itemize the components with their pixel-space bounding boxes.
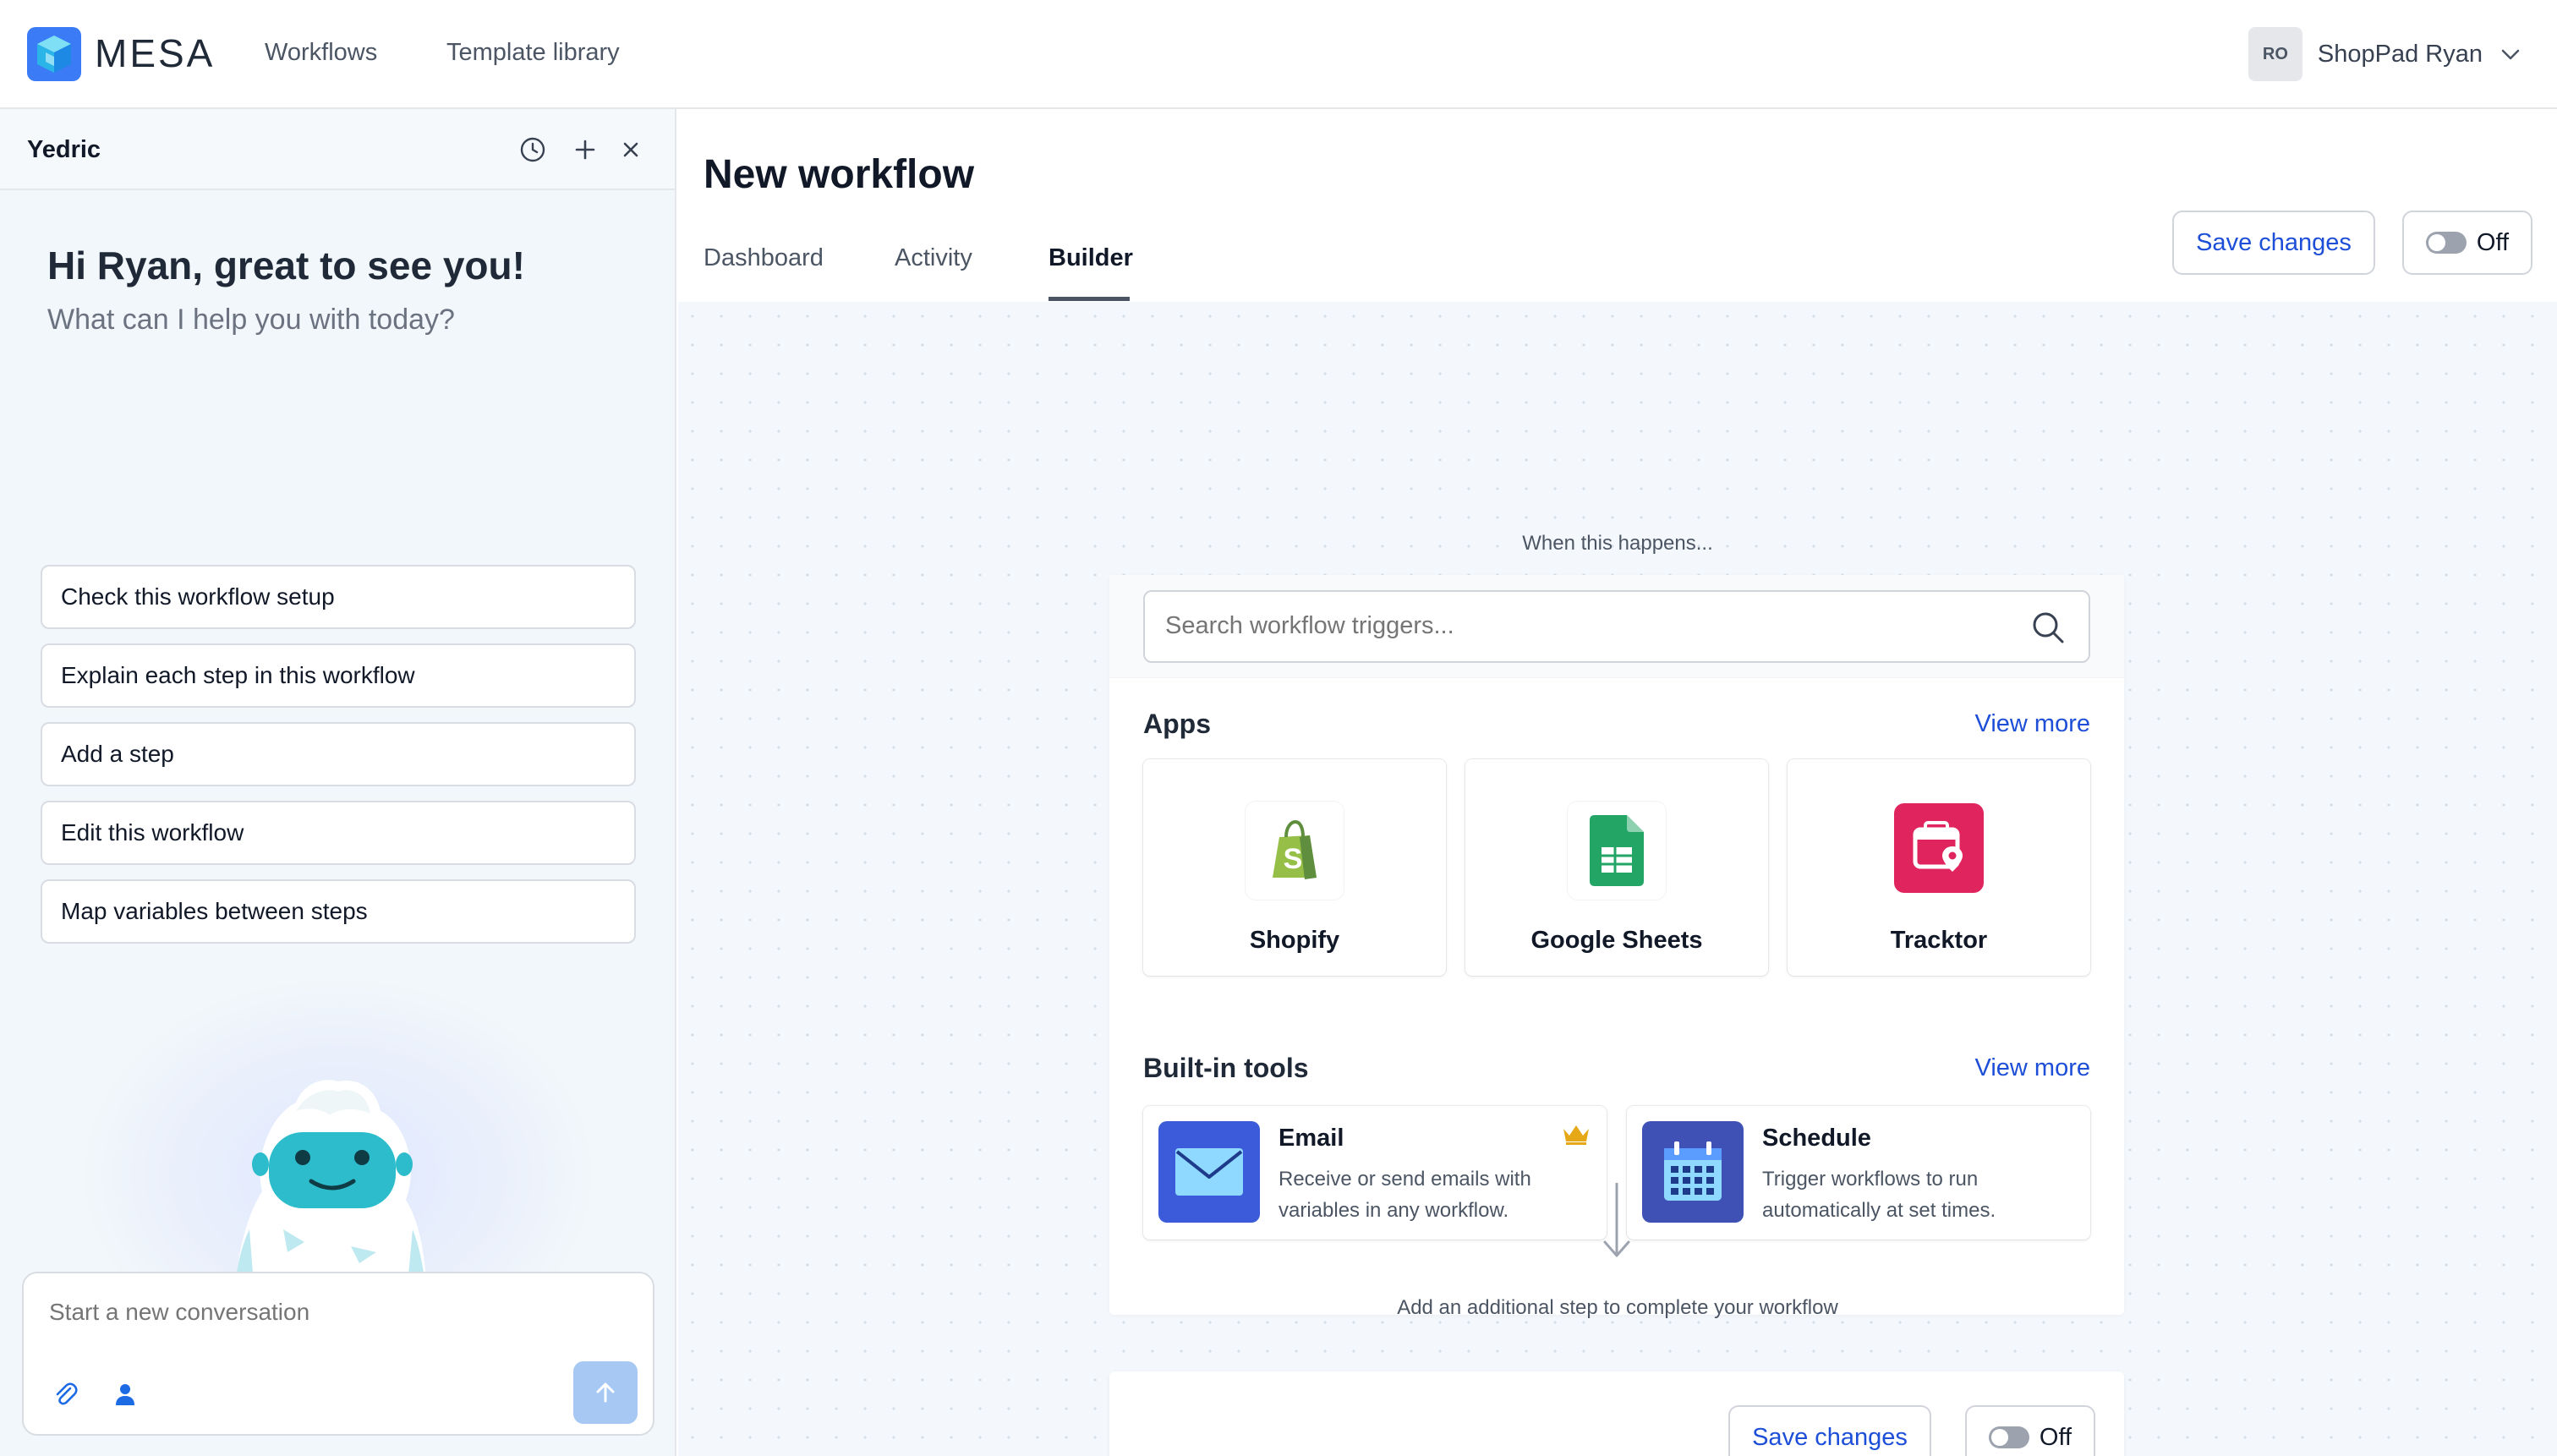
toggle-label: Off: [2476, 228, 2510, 256]
tool-tile-schedule[interactable]: Schedule Trigger workflows to run automa…: [1627, 1106, 2090, 1240]
app-name-tracktor: Tracktor: [1890, 927, 1988, 954]
suggestion-edit-workflow[interactable]: Edit this workflow: [41, 801, 636, 865]
tool-description-schedule: Trigger workflows to run automatically a…: [1762, 1168, 1996, 1222]
save-changes-button-bottom[interactable]: Save changes: [1728, 1405, 1931, 1456]
suggestion-map-variables[interactable]: Map variables between steps: [41, 879, 636, 944]
builder-canvas: When this happens... Apps View more S: [678, 302, 2557, 1456]
assistant-header: Yedric: [0, 109, 675, 190]
tool-description-email: Receive or send emails with variables in…: [1278, 1168, 1531, 1222]
tracktor-icon: [1894, 803, 1984, 893]
tab-dashboard[interactable]: Dashboard: [704, 244, 824, 272]
calendar-icon: [1642, 1121, 1744, 1223]
tool-name-email: Email: [1278, 1125, 1344, 1152]
suggestion-check-setup[interactable]: Check this workflow setup: [41, 565, 636, 629]
paperclip-icon[interactable]: [49, 1377, 83, 1411]
close-icon[interactable]: [616, 134, 646, 165]
bottom-action-card: Save changes Off: [1109, 1371, 2124, 1456]
search-icon[interactable]: [2029, 609, 2067, 646]
additional-step-hint: Add an additional step to complete your …: [1397, 1296, 1838, 1319]
new-chat-plus-icon[interactable]: [570, 134, 600, 165]
tool-name-schedule: Schedule: [1762, 1125, 1871, 1152]
tools-section-title: Built-in tools: [1143, 1053, 1309, 1083]
workflow-enable-toggle-bottom[interactable]: Off: [1965, 1405, 2095, 1456]
suggestion-list: Check this workflow setup Explain each s…: [41, 565, 636, 958]
person-icon[interactable]: [108, 1377, 142, 1411]
trigger-search-box[interactable]: [1143, 590, 2090, 663]
tab-activity[interactable]: Activity: [895, 244, 972, 272]
trigger-search-area: [1109, 575, 2124, 678]
app-tile-shopify[interactable]: S Shopify: [1143, 759, 1446, 976]
apps-section-title: Apps: [1143, 709, 1211, 739]
suggestion-explain-steps[interactable]: Explain each step in this workflow: [41, 643, 636, 708]
apps-view-more-link[interactable]: View more: [1975, 710, 2090, 738]
app-tile-google-sheets[interactable]: Google Sheets: [1465, 759, 1768, 976]
toggle-switch: [1988, 1426, 2029, 1448]
chat-input[interactable]: [49, 1299, 624, 1326]
app-tile-tracktor[interactable]: Tracktor: [1788, 759, 2090, 976]
toggle-switch: [2425, 232, 2467, 254]
user-name: ShopPad Ryan: [2317, 40, 2483, 68]
shopify-icon: S: [1246, 802, 1344, 900]
send-button[interactable]: [573, 1361, 638, 1424]
history-icon[interactable]: [517, 134, 548, 165]
avatar: RO: [2248, 27, 2302, 81]
arrow-up-icon: [596, 1382, 615, 1403]
svg-text:S: S: [1284, 843, 1303, 875]
page-title: New workflow: [704, 152, 975, 197]
workflow-editor: New workflow Dashboard Activity Builder …: [678, 109, 2557, 1456]
trigger-search-input[interactable]: [1165, 612, 2011, 640]
suggestion-add-step[interactable]: Add a step: [41, 722, 636, 786]
tools-view-more-link[interactable]: View more: [1975, 1054, 2090, 1082]
active-tab-indicator: [1049, 297, 1130, 301]
trigger-heading: When this happens...: [1522, 532, 1713, 555]
user-menu[interactable]: RO ShopPad Ryan: [2248, 27, 2523, 81]
chat-composer: [22, 1272, 654, 1436]
app-name-google-sheets: Google Sheets: [1530, 927, 1703, 954]
nav-workflows[interactable]: Workflows: [265, 39, 377, 67]
save-changes-button[interactable]: Save changes: [2172, 211, 2375, 275]
mesa-logo-icon[interactable]: [27, 27, 81, 81]
brand-name: MESA: [95, 31, 216, 75]
crown-icon: [1563, 1125, 1589, 1145]
toggle-label: Off: [2039, 1423, 2072, 1451]
envelope-icon: [1158, 1121, 1260, 1223]
assistant-subtitle: What can I help you with today?: [47, 304, 455, 336]
tab-builder[interactable]: Builder: [1049, 244, 1133, 272]
assistant-panel: Yedric Hi Ryan, great to see you! What c…: [0, 109, 676, 1456]
top-bar: MESA Workflows Template library RO ShopP…: [0, 0, 2557, 109]
nav-template-library[interactable]: Template library: [446, 39, 620, 67]
assistant-greeting: Hi Ryan, great to see you!: [47, 244, 525, 287]
workflow-enable-toggle[interactable]: Off: [2402, 211, 2532, 275]
google-sheets-icon: [1568, 802, 1666, 900]
assistant-title: Yedric: [27, 136, 101, 163]
app-name-shopify: Shopify: [1249, 927, 1340, 954]
arrow-down-icon: [1603, 1183, 1630, 1257]
chevron-down-icon: [2501, 49, 2520, 60]
tool-tile-email[interactable]: Email Receive or send emails with variab…: [1143, 1106, 1607, 1240]
